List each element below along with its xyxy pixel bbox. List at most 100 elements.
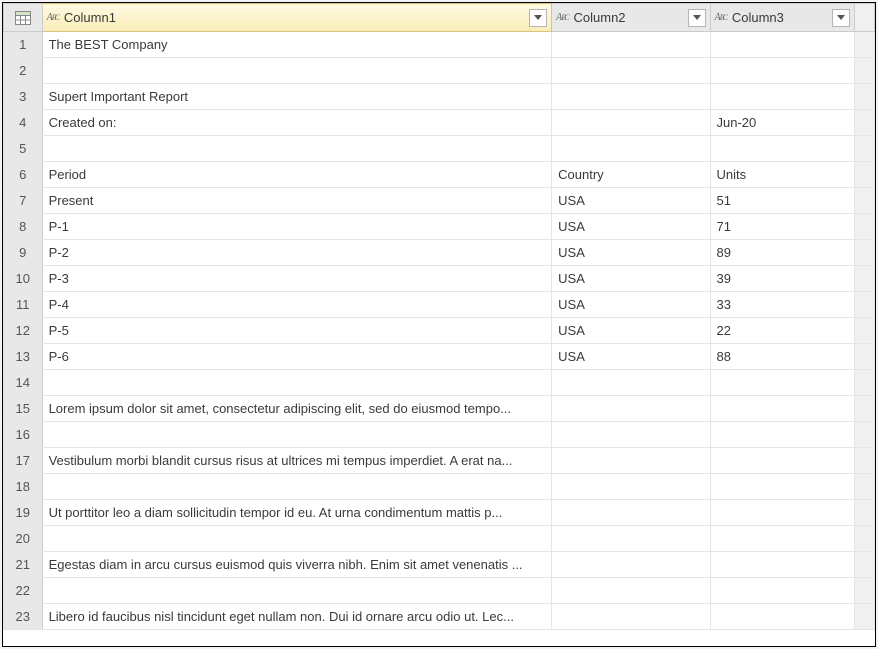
cell[interactable]: USA: [552, 344, 710, 370]
row-number[interactable]: 19: [4, 500, 43, 526]
table-row[interactable]: 19Ut porttitor leo a diam sollicitudin t…: [4, 500, 875, 526]
scrollbar-track[interactable]: [854, 266, 874, 292]
cell[interactable]: [710, 396, 854, 422]
cell[interactable]: [42, 526, 552, 552]
cell[interactable]: 88: [710, 344, 854, 370]
scrollbar-track[interactable]: [854, 188, 874, 214]
filter-dropdown-button[interactable]: [529, 9, 547, 27]
cell[interactable]: [710, 58, 854, 84]
cell[interactable]: [710, 448, 854, 474]
column-header-column1[interactable]: ABC Column1: [42, 4, 552, 32]
cell[interactable]: [42, 58, 552, 84]
row-number[interactable]: 22: [4, 578, 43, 604]
cell[interactable]: [552, 32, 710, 58]
row-number[interactable]: 23: [4, 604, 43, 630]
cell[interactable]: 51: [710, 188, 854, 214]
row-number[interactable]: 9: [4, 240, 43, 266]
cell[interactable]: USA: [552, 188, 710, 214]
scrollbar-track[interactable]: [854, 84, 874, 110]
cell[interactable]: [552, 136, 710, 162]
table-row[interactable]: 3Supert Important Report: [4, 84, 875, 110]
table-row[interactable]: 9P-2USA89: [4, 240, 875, 266]
row-number[interactable]: 15: [4, 396, 43, 422]
row-number[interactable]: 21: [4, 552, 43, 578]
cell[interactable]: Ut porttitor leo a diam sollicitudin tem…: [42, 500, 552, 526]
table-row[interactable]: 12P-5USA22: [4, 318, 875, 344]
filter-dropdown-button[interactable]: [688, 9, 706, 27]
cell[interactable]: Country: [552, 162, 710, 188]
scrollbar-track[interactable]: [854, 448, 874, 474]
cell[interactable]: [552, 370, 710, 396]
cell[interactable]: USA: [552, 240, 710, 266]
row-number[interactable]: 6: [4, 162, 43, 188]
cell[interactable]: [552, 396, 710, 422]
table-row[interactable]: 23Libero id faucibus nisl tincidunt eget…: [4, 604, 875, 630]
scrollbar-track[interactable]: [854, 396, 874, 422]
table-row[interactable]: 7PresentUSA51: [4, 188, 875, 214]
cell[interactable]: [42, 370, 552, 396]
row-number[interactable]: 8: [4, 214, 43, 240]
cell[interactable]: [42, 136, 552, 162]
column-header-column3[interactable]: ABC Column3: [710, 4, 854, 32]
cell[interactable]: [552, 58, 710, 84]
cell[interactable]: USA: [552, 318, 710, 344]
cell[interactable]: [710, 474, 854, 500]
cell[interactable]: [552, 422, 710, 448]
cell[interactable]: [552, 552, 710, 578]
select-all-header[interactable]: [4, 4, 43, 32]
row-number[interactable]: 14: [4, 370, 43, 396]
cell[interactable]: 22: [710, 318, 854, 344]
scrollbar-track[interactable]: [854, 240, 874, 266]
cell[interactable]: [710, 370, 854, 396]
filter-dropdown-button[interactable]: [832, 9, 850, 27]
row-number[interactable]: 1: [4, 32, 43, 58]
scrollbar-track[interactable]: [854, 58, 874, 84]
cell[interactable]: [710, 84, 854, 110]
cell[interactable]: 39: [710, 266, 854, 292]
table-row[interactable]: 16: [4, 422, 875, 448]
row-number[interactable]: 10: [4, 266, 43, 292]
scrollbar-track[interactable]: [854, 110, 874, 136]
cell[interactable]: USA: [552, 214, 710, 240]
scrollbar-track[interactable]: [854, 578, 874, 604]
table-row[interactable]: 6PeriodCountryUnits: [4, 162, 875, 188]
cell[interactable]: The BEST Company: [42, 32, 552, 58]
scrollbar-track[interactable]: [854, 162, 874, 188]
cell[interactable]: Libero id faucibus nisl tincidunt eget n…: [42, 604, 552, 630]
cell[interactable]: [42, 422, 552, 448]
cell[interactable]: Supert Important Report: [42, 84, 552, 110]
row-number[interactable]: 16: [4, 422, 43, 448]
table-row[interactable]: 22: [4, 578, 875, 604]
scrollbar-track[interactable]: [854, 32, 874, 58]
cell[interactable]: [42, 474, 552, 500]
scrollbar-track[interactable]: [854, 526, 874, 552]
scrollbar-track[interactable]: [854, 214, 874, 240]
cell[interactable]: [42, 578, 552, 604]
row-number[interactable]: 11: [4, 292, 43, 318]
cell[interactable]: [710, 500, 854, 526]
table-row[interactable]: 20: [4, 526, 875, 552]
row-number[interactable]: 5: [4, 136, 43, 162]
table-row[interactable]: 15Lorem ipsum dolor sit amet, consectetu…: [4, 396, 875, 422]
cell[interactable]: Present: [42, 188, 552, 214]
cell[interactable]: 89: [710, 240, 854, 266]
cell[interactable]: P-4: [42, 292, 552, 318]
scrollbar-track[interactable]: [854, 136, 874, 162]
cell[interactable]: [710, 136, 854, 162]
cell[interactable]: P-1: [42, 214, 552, 240]
cell[interactable]: Units: [710, 162, 854, 188]
cell[interactable]: P-2: [42, 240, 552, 266]
column-header-column2[interactable]: ABC Column2: [552, 4, 710, 32]
row-number[interactable]: 12: [4, 318, 43, 344]
scrollbar-track[interactable]: [854, 370, 874, 396]
table-row[interactable]: 21Egestas diam in arcu cursus euismod qu…: [4, 552, 875, 578]
cell[interactable]: [710, 422, 854, 448]
scrollbar-track[interactable]: [854, 318, 874, 344]
row-number[interactable]: 2: [4, 58, 43, 84]
cell[interactable]: P-6: [42, 344, 552, 370]
row-number[interactable]: 18: [4, 474, 43, 500]
row-number[interactable]: 3: [4, 84, 43, 110]
scrollbar-track[interactable]: [854, 292, 874, 318]
scrollbar-track[interactable]: [854, 604, 874, 630]
cell[interactable]: Period: [42, 162, 552, 188]
